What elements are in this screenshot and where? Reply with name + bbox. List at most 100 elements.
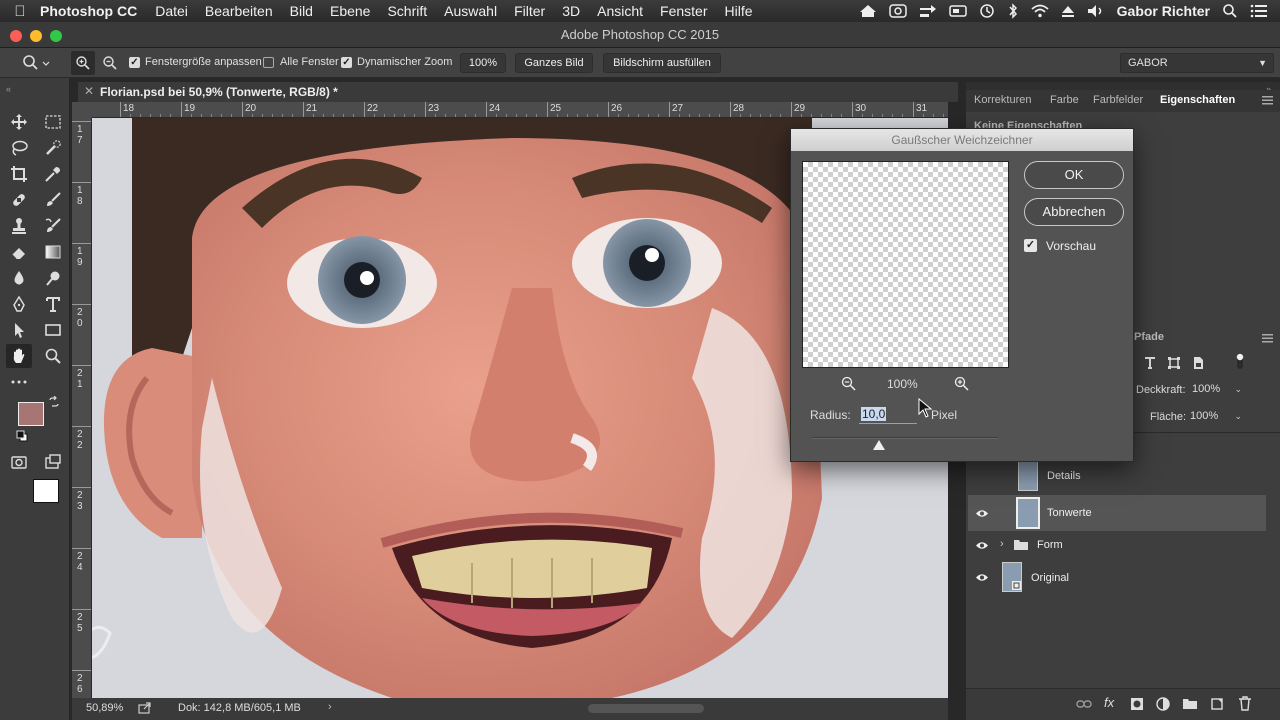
menu-auswahl[interactable]: Auswahl <box>444 3 497 19</box>
tab-farbfelder[interactable]: Farbfelder <box>1093 94 1143 106</box>
arrows-icon[interactable] <box>919 4 937 18</box>
menu-bearbeiten[interactable]: Bearbeiten <box>205 3 273 19</box>
dialog-title[interactable]: Gaußscher Weichzeichner <box>791 129 1133 151</box>
status-menu-chevron-icon[interactable]: › <box>328 701 332 713</box>
pen-tool[interactable] <box>6 292 32 316</box>
cancel-button[interactable]: Abbrechen <box>1024 198 1124 226</box>
spotlight-search-icon[interactable] <box>1222 3 1238 19</box>
filter-smart-objects-icon[interactable] <box>1191 356 1205 370</box>
resize-windows-checkbox[interactable]: ✓ <box>129 57 140 68</box>
eye-icon[interactable] <box>975 541 989 550</box>
zoom-in-mode-button[interactable] <box>71 51 95 75</box>
all-windows-checkbox[interactable] <box>263 57 274 68</box>
menu-3d[interactable]: 3D <box>562 3 580 19</box>
clone-stamp-tool[interactable] <box>6 214 32 238</box>
blur-tool[interactable] <box>6 266 32 290</box>
fit-screen-button[interactable]: Ganzes Bild <box>515 53 593 73</box>
screen-mode-button[interactable] <box>40 450 66 474</box>
home-icon[interactable] <box>859 4 877 18</box>
radius-slider-track[interactable] <box>812 437 998 439</box>
rectangle-tool[interactable] <box>40 318 66 342</box>
new-layer-icon[interactable] <box>1210 697 1224 711</box>
preview-zoom-out-icon[interactable] <box>841 376 856 391</box>
scrubby-zoom-checkbox[interactable]: ✓ <box>341 57 352 68</box>
menu-ebene[interactable]: Ebene <box>330 3 370 19</box>
background-color-swatch[interactable] <box>33 479 59 503</box>
zoom-100-button[interactable]: 100% <box>460 53 506 73</box>
gradient-tool[interactable] <box>40 240 66 264</box>
hand-tool[interactable] <box>6 344 32 368</box>
brush-tool[interactable] <box>40 188 66 212</box>
layer-row-original[interactable]: Original <box>968 560 1266 596</box>
filter-toggle-icon[interactable] <box>1235 352 1245 370</box>
path-selection-tool[interactable] <box>6 318 32 342</box>
menu-hilfe[interactable]: Hilfe <box>725 3 753 19</box>
adjustment-layer-icon[interactable] <box>1156 697 1170 711</box>
workspace-dropdown[interactable]: GABOR ▼ <box>1120 53 1274 73</box>
menu-datei[interactable]: Datei <box>155 3 188 19</box>
panel-menu-icon[interactable] <box>1262 96 1273 105</box>
marquee-tool[interactable] <box>40 110 66 134</box>
expand-group-chevron-icon[interactable]: › <box>1000 538 1004 550</box>
apple-icon[interactable]:  <box>0 3 40 20</box>
foreground-color-swatch[interactable] <box>18 402 44 426</box>
filter-type-layers-icon[interactable] <box>1143 356 1157 370</box>
filter-shape-layers-icon[interactable] <box>1167 356 1181 370</box>
menu-fenster[interactable]: Fenster <box>660 3 707 19</box>
layers-panel-menu-icon[interactable] <box>1262 334 1273 343</box>
zoom-tool[interactable] <box>40 344 66 368</box>
eject-icon[interactable] <box>1061 4 1075 18</box>
vertical-ruler[interactable]: 17181920212223242526 <box>72 118 92 698</box>
delete-layer-icon[interactable] <box>1238 696 1252 711</box>
eyedropper-tool[interactable] <box>40 162 66 186</box>
tab-korrekturen[interactable]: Korrekturen <box>974 94 1031 106</box>
dodge-tool[interactable] <box>40 266 66 290</box>
zoom-level[interactable]: 50,89% <box>86 702 123 714</box>
move-tool[interactable] <box>6 110 32 134</box>
layer-row-form[interactable]: › Form <box>968 530 1266 560</box>
fill-screen-button[interactable]: Bildschirm ausfüllen <box>603 53 721 73</box>
blur-preview[interactable] <box>802 161 1009 368</box>
menu-app-name[interactable]: Photoshop CC <box>40 3 137 19</box>
tab-pfade[interactable]: Pfade <box>1134 331 1164 343</box>
close-document-icon[interactable]: ✕ <box>84 84 94 98</box>
lasso-tool[interactable] <box>6 136 32 160</box>
eye-icon[interactable] <box>975 509 989 518</box>
ok-button[interactable]: OK <box>1024 161 1124 189</box>
display-icon[interactable] <box>948 4 967 18</box>
layer-row-details[interactable]: Details <box>968 458 1266 494</box>
notification-center-icon[interactable] <box>1250 4 1268 18</box>
document-tab[interactable]: ✕ Florian.psd bei 50,9% (Tonwerte, RGB/8… <box>78 82 958 102</box>
bluetooth-icon[interactable] <box>1007 3 1019 19</box>
swap-colors-icon[interactable] <box>48 396 60 408</box>
fill-input[interactable]: 100% ⌄ <box>1188 407 1246 425</box>
wifi-icon[interactable] <box>1031 4 1049 18</box>
zoom-tool-icon[interactable] <box>22 54 50 72</box>
link-layers-icon[interactable] <box>1076 699 1092 709</box>
quick-mask-button[interactable] <box>6 450 32 474</box>
time-machine-icon[interactable] <box>979 3 995 19</box>
share-icon[interactable] <box>138 702 152 714</box>
collapse-panel-icon[interactable]: « <box>6 84 11 94</box>
new-group-icon[interactable] <box>1182 697 1198 710</box>
volume-icon[interactable] <box>1087 4 1105 18</box>
eraser-tool[interactable] <box>6 240 32 264</box>
type-tool[interactable] <box>40 292 66 316</box>
menu-bild[interactable]: Bild <box>290 3 313 19</box>
zoom-out-mode-button[interactable] <box>98 51 122 75</box>
menu-filter[interactable]: Filter <box>514 3 545 19</box>
ruler-origin[interactable] <box>72 102 92 118</box>
add-mask-icon[interactable] <box>1130 697 1144 711</box>
cc-icon[interactable] <box>888 4 907 18</box>
fx-icon[interactable]: fx <box>1104 695 1114 710</box>
crop-tool[interactable] <box>6 162 32 186</box>
menu-schrift[interactable]: Schrift <box>387 3 427 19</box>
horizontal-ruler[interactable]: 18 19 20 21 22 23 24 25 26 27 28 29 30 31 <box>92 102 948 118</box>
menu-ansicht[interactable]: Ansicht <box>597 3 643 19</box>
visibility-toggle-empty[interactable] <box>968 458 996 494</box>
tab-eigenschaften[interactable]: Eigenschaften <box>1160 94 1235 106</box>
radius-slider-thumb[interactable] <box>872 440 885 450</box>
preview-zoom-in-icon[interactable] <box>954 376 969 391</box>
user-name[interactable]: Gabor Richter <box>1117 3 1210 19</box>
quick-selection-tool[interactable] <box>40 136 66 160</box>
